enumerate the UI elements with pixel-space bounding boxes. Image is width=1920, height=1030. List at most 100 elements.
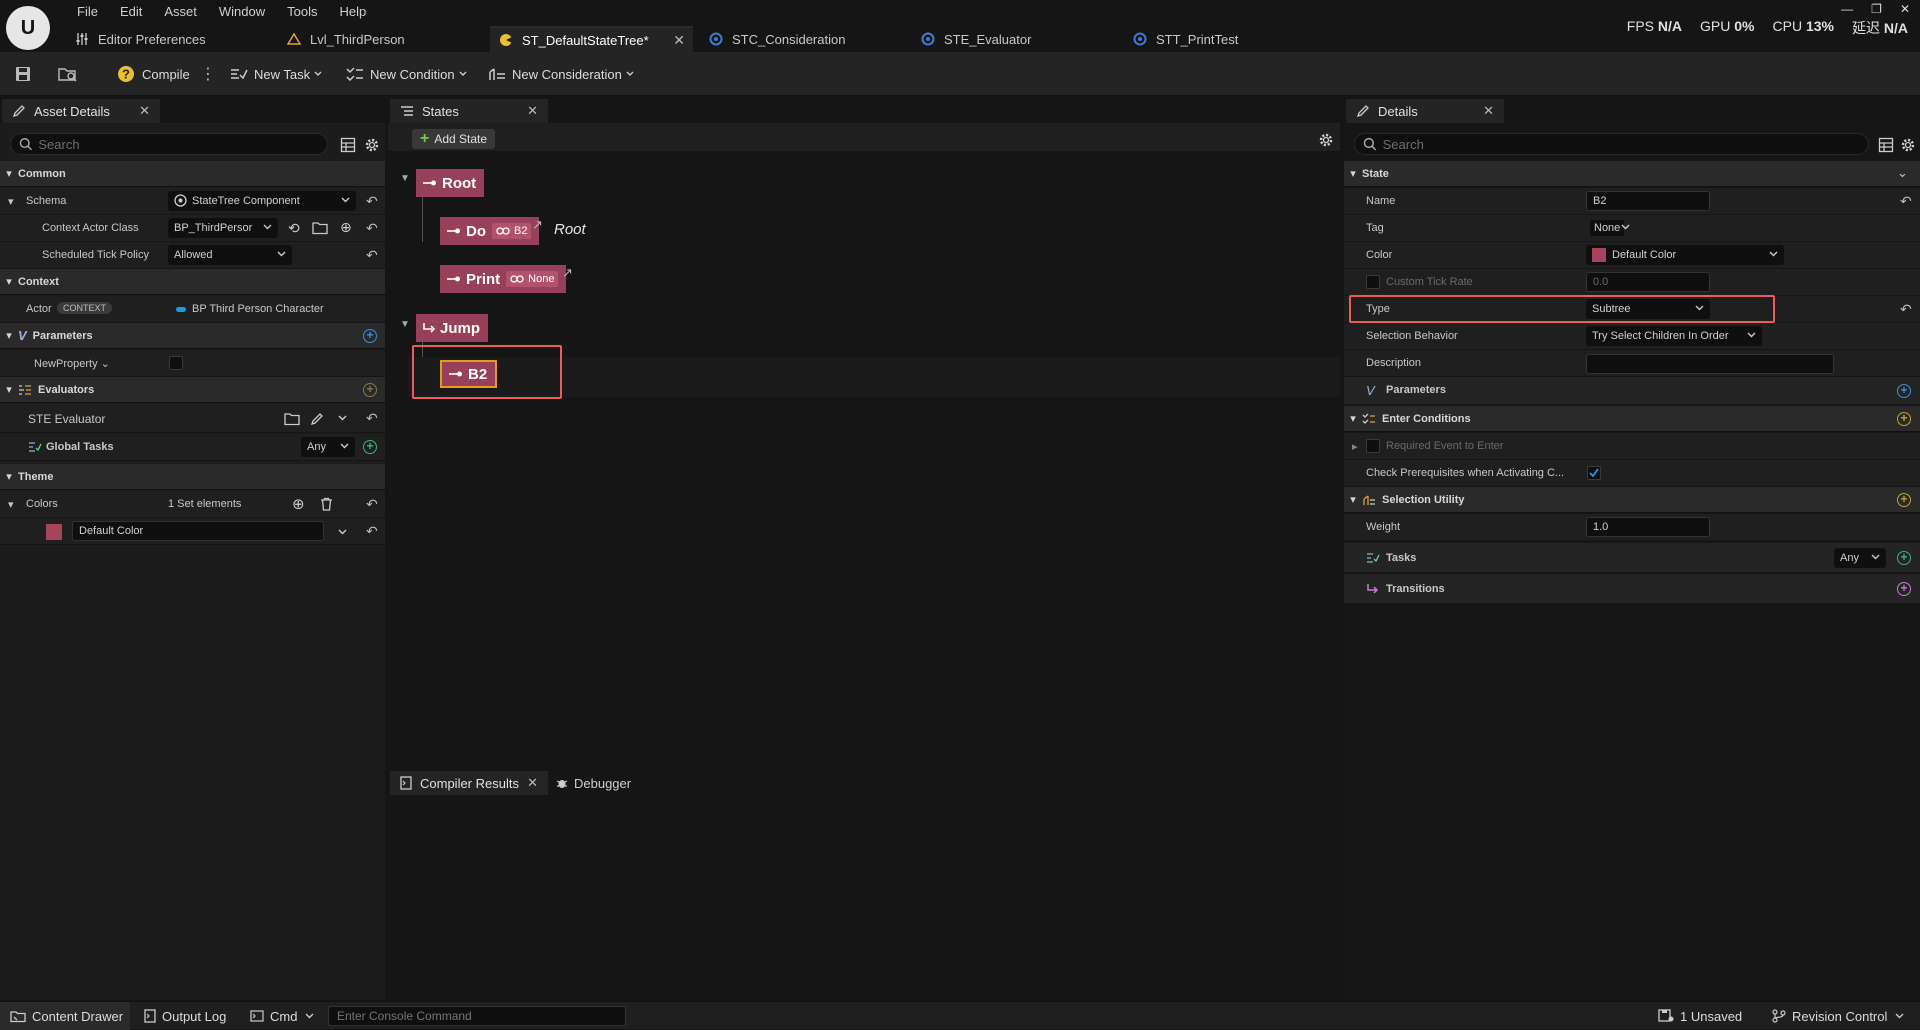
tab-compiler-results[interactable]: Compiler Results ✕ <box>390 771 548 795</box>
close-window-icon[interactable]: ✕ <box>1900 2 1910 16</box>
state-node-root[interactable]: Root <box>416 169 485 197</box>
close-icon[interactable]: ✕ <box>527 775 538 791</box>
section-evaluators[interactable]: ▾ Evaluators <box>0 377 385 403</box>
new-consideration-button[interactable]: New Consideration <box>488 52 634 96</box>
menu-asset[interactable]: Asset <box>153 2 208 21</box>
custom-tick-field[interactable]: 0.0 <box>1586 272 1710 292</box>
add-icon[interactable]: ⊕ <box>340 219 352 236</box>
section-common[interactable]: ▾ Common <box>0 161 385 187</box>
weight-field[interactable]: 1.0 <box>1586 517 1710 537</box>
compile-options-icon[interactable]: ⋮ <box>200 52 216 96</box>
menu-file[interactable]: File <box>66 2 109 21</box>
new-task-button[interactable]: New Task <box>230 52 322 96</box>
section-selection-utility[interactable]: ▾ Selection Utility <box>1344 487 1920 513</box>
state-node-b2[interactable]: B2 <box>440 360 498 388</box>
add-evaluator-icon[interactable]: + <box>363 383 377 397</box>
chevron-down-icon[interactable] <box>338 529 347 536</box>
new-property-name[interactable]: NewProperty ⌄ <box>34 357 110 370</box>
add-condition-icon[interactable]: + <box>1897 412 1911 426</box>
description-field[interactable] <box>1586 354 1834 374</box>
menu-tools[interactable]: Tools <box>276 2 328 21</box>
browse-icon[interactable] <box>312 221 328 235</box>
global-tasks-any-dropdown[interactable]: Any <box>301 437 355 457</box>
browse-icon[interactable] <box>284 412 300 426</box>
table-view-icon[interactable] <box>340 137 356 153</box>
reset-to-default-icon[interactable]: ↶ <box>366 496 378 513</box>
selection-behavior-dropdown[interactable]: Try Select Children In Order <box>1586 326 1762 346</box>
tick-policy-dropdown[interactable]: Allowed <box>168 245 292 265</box>
section-state[interactable]: ▾ State <box>1344 161 1920 187</box>
revision-control-button[interactable]: Revision Control <box>1772 1002 1904 1030</box>
chevron-down-icon[interactable]: ⌄ <box>1897 165 1908 181</box>
menu-edit[interactable]: Edit <box>109 2 153 21</box>
close-icon[interactable]: ✕ <box>527 103 538 119</box>
edit-icon[interactable] <box>310 412 324 426</box>
gear-icon[interactable] <box>1318 132 1334 148</box>
gear-icon[interactable] <box>364 137 380 153</box>
console-command-field[interactable] <box>328 1006 626 1026</box>
unsaved-button[interactable]: 1 Unsaved <box>1658 1002 1742 1030</box>
collapse-arrow-icon[interactable]: ▼ <box>400 319 410 330</box>
state-node-jump[interactable]: Jump <box>416 314 489 342</box>
tasks-any-dropdown[interactable]: Any <box>1834 548 1886 568</box>
name-field[interactable]: B2 <box>1586 191 1710 211</box>
collapse-arrow-icon[interactable]: ▼ <box>400 173 410 184</box>
close-icon[interactable]: ✕ <box>1483 103 1494 119</box>
section-transitions[interactable]: Transitions + <box>1344 574 1920 604</box>
cmd-dropdown[interactable]: Cmd <box>250 1002 314 1030</box>
tab-asset-details[interactable]: Asset Details ✕ <box>2 99 160 123</box>
add-parameter-icon[interactable]: + <box>1897 384 1911 398</box>
check-prereq-checkbox[interactable] <box>1587 466 1601 480</box>
add-state-button[interactable]: + Add State <box>412 129 496 149</box>
save-button[interactable] <box>14 52 32 96</box>
section-theme[interactable]: ▾ Theme <box>0 464 385 490</box>
color-name-field[interactable]: Default Color <box>72 521 324 541</box>
required-event-checkbox[interactable] <box>1366 439 1380 453</box>
reset-to-default-icon[interactable]: ↶ <box>366 523 378 540</box>
collapse-arrow-icon[interactable]: ▾ <box>8 498 14 511</box>
section-tasks[interactable]: Tasks Any + <box>1344 543 1920 573</box>
add-task-icon[interactable]: + <box>1897 551 1911 565</box>
collapse-arrow-icon[interactable]: ▾ <box>8 195 14 208</box>
add-parameter-icon[interactable]: + <box>363 329 377 343</box>
output-log-button[interactable]: Output Log <box>144 1002 226 1030</box>
add-element-icon[interactable]: ⊕ <box>292 495 305 513</box>
context-actor-class-dropdown[interactable]: BP_ThirdPersor <box>168 218 278 238</box>
compile-button[interactable]: ? Compile <box>116 52 190 96</box>
unreal-logo-icon[interactable]: U <box>6 6 50 50</box>
chevron-down-icon[interactable] <box>338 415 347 422</box>
ste-evaluator-row[interactable]: STE Evaluator ↶ <box>0 404 385 433</box>
content-drawer-button[interactable]: Content Drawer <box>0 1002 130 1030</box>
reset-to-default-icon[interactable]: ↶ <box>366 410 378 427</box>
console-input[interactable] <box>329 1009 625 1023</box>
close-icon[interactable]: ✕ <box>139 103 150 119</box>
state-node-do[interactable]: Do B2 <box>440 217 540 245</box>
color-dropdown[interactable]: Default Color <box>1586 245 1784 265</box>
reset-to-default-icon[interactable]: ↶ <box>366 247 378 264</box>
tab-stt-printtest[interactable]: STT_PrintTest <box>1124 26 1334 52</box>
expand-arrow-icon[interactable]: ▸ <box>1352 440 1358 453</box>
tab-states[interactable]: States ✕ <box>390 99 548 123</box>
new-condition-button[interactable]: New Condition <box>346 52 467 96</box>
tab-lvl-thirdperson[interactable]: Lvl_ThirdPerson <box>278 26 488 52</box>
tag-dropdown[interactable]: None <box>1586 218 1636 238</box>
menu-window[interactable]: Window <box>208 2 276 21</box>
section-parameters[interactable]: V Parameters + <box>1344 377 1920 405</box>
section-parameters[interactable]: ▾ V Parameters <box>0 323 385 349</box>
add-global-task-icon[interactable]: + <box>363 440 377 454</box>
table-view-icon[interactable] <box>1878 137 1894 153</box>
color-swatch[interactable] <box>46 524 62 540</box>
reset-to-default-icon[interactable]: ↶ <box>1900 301 1912 318</box>
custom-tick-checkbox[interactable] <box>1366 275 1380 289</box>
details-search[interactable] <box>1354 133 1869 155</box>
add-transition-icon[interactable]: + <box>1897 582 1911 596</box>
tab-stc-consideration[interactable]: STC_Consideration <box>700 26 910 52</box>
tab-ste-evaluator[interactable]: STE_Evaluator <box>912 26 1122 52</box>
close-icon[interactable]: ✕ <box>673 32 685 49</box>
reset-to-default-icon[interactable]: ↶ <box>366 193 378 210</box>
search-input[interactable] <box>1376 136 1868 152</box>
schema-dropdown[interactable]: StateTree Component <box>168 191 356 211</box>
section-enter-conditions[interactable]: ▾ Enter Conditions <box>1344 406 1920 432</box>
asset-details-search[interactable] <box>10 133 328 155</box>
tab-debugger[interactable]: Debugger <box>556 771 631 795</box>
